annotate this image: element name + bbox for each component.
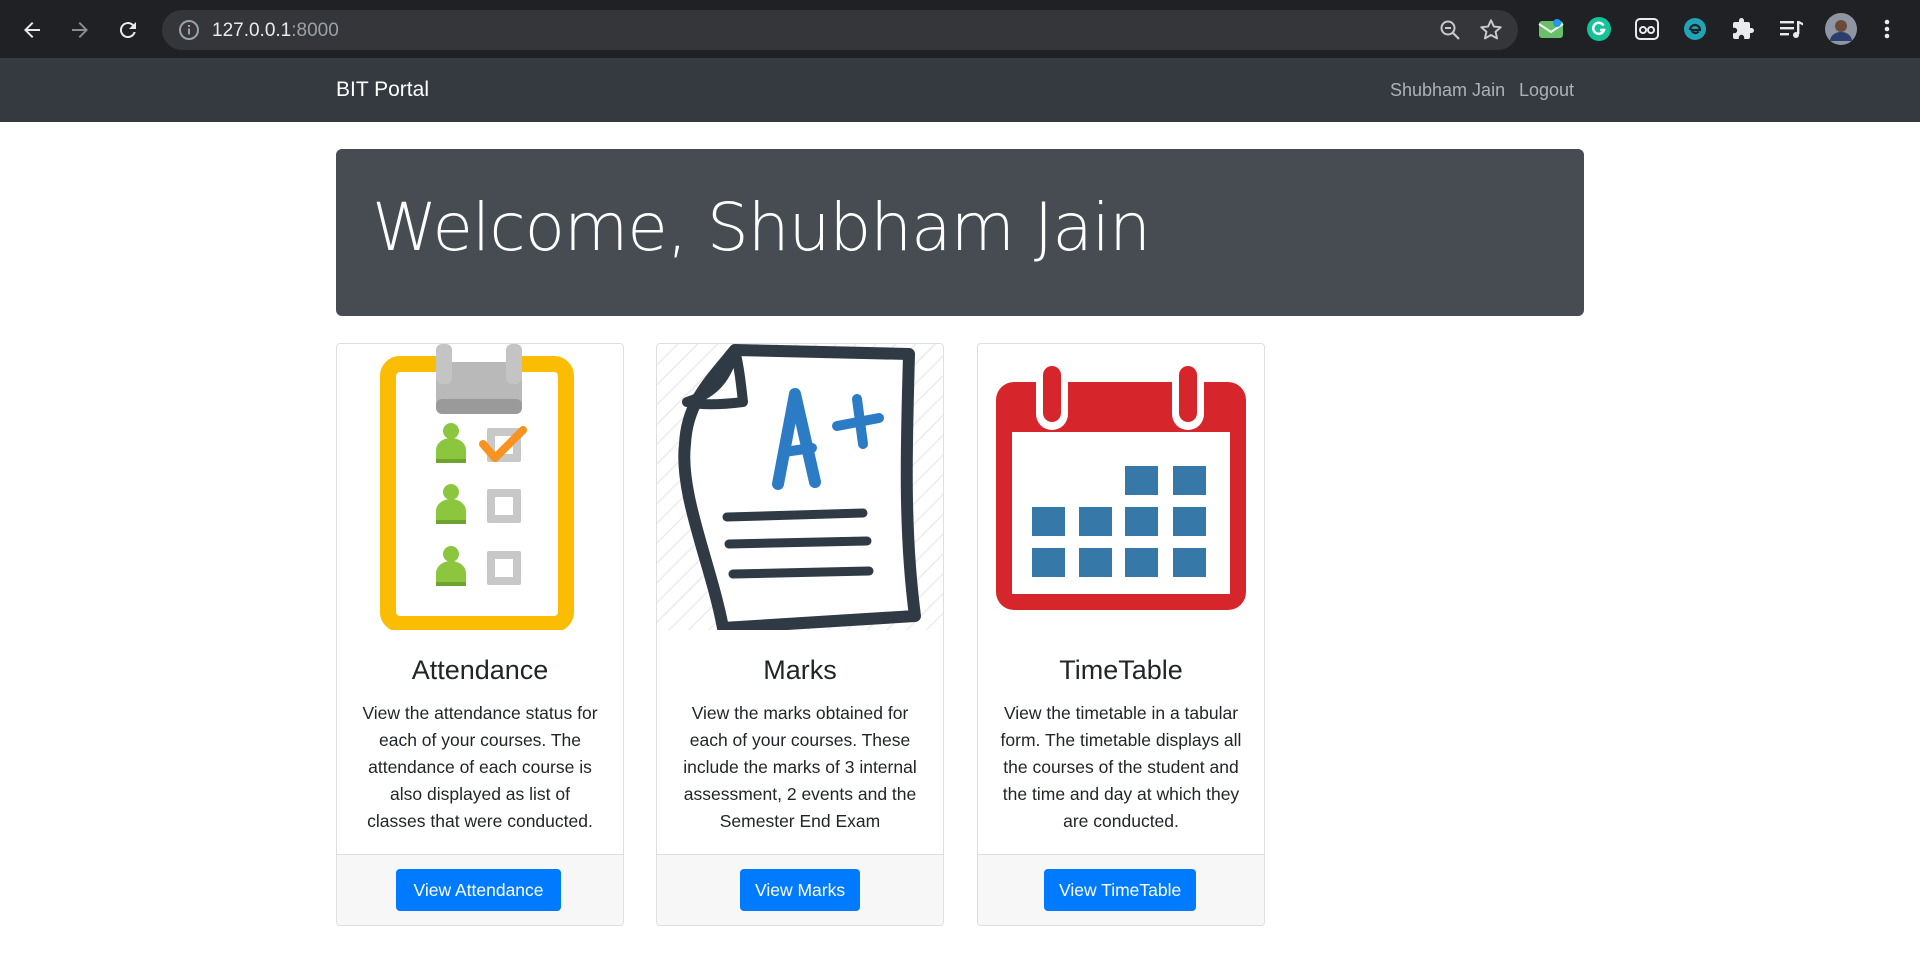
back-icon[interactable] <box>14 12 50 48</box>
logout-link[interactable]: Logout <box>1519 80 1574 101</box>
timetable-calendar-icon <box>978 344 1264 630</box>
timetable-card-footer: View TimeTable <box>978 854 1264 925</box>
site-info-icon[interactable] <box>178 19 200 41</box>
site-navbar: BIT Portal Shubham Jain Logout <box>0 58 1920 122</box>
extensions-puzzle-icon[interactable] <box>1728 14 1758 44</box>
marks-card-text: View the marks obtained for each of your… <box>683 703 917 831</box>
brand-link[interactable]: BIT Portal <box>336 78 429 102</box>
menu-kebab-icon[interactable] <box>1872 14 1902 44</box>
url-text: 127.0.0.1:8000 <box>212 20 339 42</box>
profile-avatar[interactable] <box>1824 12 1858 46</box>
address-bar[interactable]: 127.0.0.1:8000 <box>162 10 1518 50</box>
attendance-clipboard-icon <box>337 344 623 632</box>
url-host: 127.0.0.1 <box>212 20 292 41</box>
reader-extension-icon[interactable] <box>1632 14 1662 44</box>
welcome-heading: Welcome, Shubham Jain <box>372 189 1151 266</box>
view-marks-button[interactable]: View Marks <box>740 869 860 911</box>
view-attendance-button[interactable]: View Attendance <box>396 869 561 911</box>
mail-extension-icon[interactable] <box>1536 14 1566 44</box>
timetable-card: TimeTable View the timetable in a tabula… <box>977 343 1265 926</box>
reload-icon[interactable] <box>110 12 146 48</box>
attendance-card-footer: View Attendance <box>337 854 623 925</box>
media-queue-icon[interactable] <box>1776 14 1806 44</box>
attendance-card-text: View the attendance status for each of y… <box>362 703 598 831</box>
bookmark-star-icon[interactable] <box>1478 17 1504 43</box>
browser-toolbar: 127.0.0.1:8000 <box>0 0 1920 58</box>
timetable-card-title: TimeTable <box>1059 655 1183 685</box>
marks-card-footer: View Marks <box>657 854 943 925</box>
marks-paper-icon <box>657 344 943 634</box>
user-name-link[interactable]: Shubham Jain <box>1390 80 1505 101</box>
attendance-card: Attendance View the attendance status fo… <box>336 343 624 926</box>
attendance-card-title: Attendance <box>411 655 549 685</box>
view-timetable-button[interactable]: View TimeTable <box>1044 869 1196 911</box>
marks-card-title: Marks <box>763 655 837 685</box>
timetable-card-text: View the timetable in a tabular form. Th… <box>1000 703 1242 831</box>
zoom-icon[interactable] <box>1438 18 1462 42</box>
welcome-jumbotron: Welcome, Shubham Jain <box>336 149 1584 316</box>
edge-extension-icon[interactable] <box>1680 14 1710 44</box>
url-port: :8000 <box>291 20 339 41</box>
forward-icon[interactable] <box>62 12 98 48</box>
grammarly-extension-icon[interactable] <box>1584 14 1614 44</box>
marks-card: Marks View the marks obtained for each o… <box>656 343 944 926</box>
